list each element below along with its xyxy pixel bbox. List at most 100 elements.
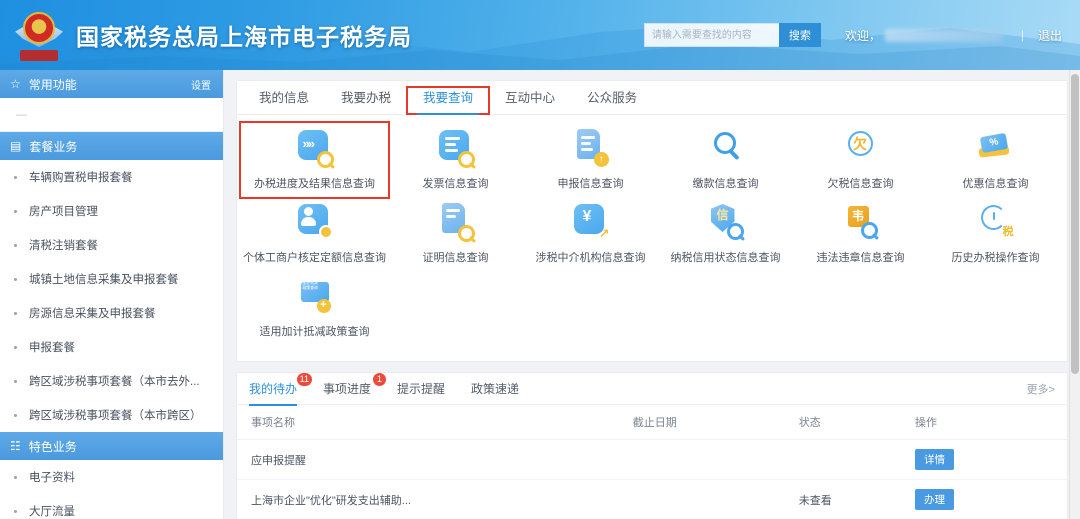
sidebar-item-label: 房源信息采集及申报套餐 <box>29 305 156 321</box>
sidebar-item-housing-info[interactable]: 房源信息采集及申报套餐 <box>0 296 223 330</box>
sidebar-section-title: 特色业务 <box>29 438 77 455</box>
row-date <box>619 440 785 480</box>
service-label: 违法违章信息查询 <box>817 249 905 265</box>
service-invoice-search[interactable]: 发票信息查询 <box>388 123 523 197</box>
sidebar-section-title: 常用功能 <box>29 76 77 93</box>
service-tax-agency[interactable]: ¥ ↗ 涉税中介机构信息查询 <box>523 197 658 271</box>
certificate-search-icon <box>436 202 476 242</box>
detail-button[interactable]: 详情 <box>915 449 954 470</box>
column-header-name: 事项名称 <box>237 405 619 440</box>
tab-my-info[interactable]: 我的信息 <box>243 87 325 114</box>
tab-my-todo[interactable]: 我的待办 11 <box>249 380 297 405</box>
service-individual-business[interactable]: 个体工商户核定定额信息查询 <box>241 197 388 271</box>
tab-reminders[interactable]: 提示提醒 <box>397 380 445 405</box>
sidebar-item-declaration[interactable]: 申报套餐 <box>0 330 223 364</box>
service-payment-search[interactable]: 缴款信息查询 <box>658 123 793 197</box>
sidebar-section-featured[interactable]: ☷ 特色业务 <box>0 432 223 460</box>
tab-tax-handling[interactable]: 我要办税 <box>325 87 407 114</box>
sidebar-item-label: 电子资料 <box>29 469 75 485</box>
service-label: 适用加计抵减政策查询 <box>260 323 370 339</box>
sidebar-item-label: 大厅流量 <box>29 503 75 519</box>
sidebar-item-edocs[interactable]: 电子资料 <box>0 460 223 494</box>
sidebar-item-urban-land[interactable]: 城镇土地信息采集及申报套餐 <box>0 262 223 296</box>
sidebar-item-label: 房产项目管理 <box>29 203 98 219</box>
sidebar-item-crossregion-inner[interactable]: 跨区域涉税事项套餐（本市跨区） <box>0 398 223 432</box>
bullet-icon <box>14 312 17 315</box>
sidebar-settings-link[interactable]: 设置 <box>191 77 211 92</box>
service-label: 证明信息查询 <box>423 249 489 265</box>
service-icon-grid: »» 办税进度及结果信息查询 发票信息查询 <box>237 115 1067 355</box>
sidebar-item-label: 城镇土地信息采集及申报套餐 <box>29 271 179 287</box>
service-label: 纳税信用状态信息查询 <box>671 249 781 265</box>
tab-interaction-center[interactable]: 互动中心 <box>489 87 571 114</box>
tab-public-service[interactable]: 公众服务 <box>571 87 653 114</box>
column-header-status: 状态 <box>785 405 901 440</box>
tab-policy-express[interactable]: 政策速递 <box>471 380 519 405</box>
row-action-cell: 办理 <box>901 480 1067 519</box>
service-label: 申报信息查询 <box>558 175 624 191</box>
row-name: 应申报提醒 <box>237 440 619 480</box>
bullet-icon <box>14 380 17 383</box>
header-search: 搜索 <box>644 23 821 47</box>
page-title: 国家税务总局上海市电子税务局 <box>76 18 412 52</box>
column-header-action: 操作 <box>901 405 1067 440</box>
table-row[interactable]: 应申报提醒 详情 <box>237 440 1067 480</box>
service-certificate-search[interactable]: 证明信息查询 <box>388 197 523 271</box>
policy-deduction-icon: 加计抵减政策查询 + <box>295 276 335 316</box>
scrollbar-thumb[interactable] <box>1071 74 1079 374</box>
service-discount[interactable]: % 优惠信息查询 <box>928 123 1063 197</box>
sidebar-item-label: 跨区域涉税事项套餐（本市去外... <box>29 373 200 389</box>
sidebar-item-label: 清税注销套餐 <box>29 237 98 253</box>
layers-icon: ▤ <box>10 140 21 152</box>
service-history[interactable]: 税 历史办税操作查询 <box>928 197 1063 271</box>
invoice-search-icon <box>436 128 476 168</box>
sidebar-section-packages[interactable]: ▤ 套餐业务 <box>0 132 223 160</box>
overdue-tax-icon: 欠 <box>841 128 881 168</box>
tab-query[interactable]: 我要查询 <box>407 87 489 114</box>
sidebar-item-crossregion-out[interactable]: 跨区域涉税事项套餐（本市去外... <box>0 364 223 398</box>
service-label: 涉税中介机构信息查询 <box>536 249 646 265</box>
sidebar-item-label: 车辆购置税申报套餐 <box>29 169 133 185</box>
violation-icon: 韦 <box>841 202 881 242</box>
bullet-icon <box>14 414 17 417</box>
username-redacted <box>885 29 1003 42</box>
body-wrapper: ☆ 常用功能 设置 — ▤ 套餐业务 车辆购置税申报套餐 房产项目管理 清税注销… <box>0 70 1080 519</box>
tax-bureau-emblem <box>14 9 64 61</box>
service-label: 办税进度及结果信息查询 <box>254 175 375 191</box>
credit-shield-icon: 信 <box>706 202 746 242</box>
service-policy-deduction[interactable]: 加计抵减政策查询 + 适用加计抵减政策查询 <box>241 271 388 345</box>
service-declaration-search[interactable]: ↑ 申报信息查询 <box>523 123 658 197</box>
sidebar-item-vehicle-tax[interactable]: 车辆购置税申报套餐 <box>0 160 223 194</box>
search-input[interactable] <box>644 23 779 47</box>
row-status: 未查看 <box>785 480 901 519</box>
progress-search-icon: »» <box>295 128 335 168</box>
main-tabs: 我的信息 我要办税 我要查询 互动中心 公众服务 <box>237 81 1067 115</box>
progress-badge: 1 <box>373 373 386 386</box>
service-credit-status[interactable]: 信 纳税信用状态信息查询 <box>658 197 793 271</box>
table-header-row: 事项名称 截止日期 状态 操作 <box>237 405 1067 440</box>
column-header-date: 截止日期 <box>619 405 785 440</box>
sidebar-item-tax-clearance[interactable]: 清税注销套餐 <box>0 228 223 262</box>
tax-agency-icon: ¥ ↗ <box>571 202 611 242</box>
sidebar-item-property-project[interactable]: 房产项目管理 <box>0 194 223 228</box>
search-button[interactable]: 搜索 <box>779 23 821 47</box>
sidebar-item-label: 申报套餐 <box>29 339 75 355</box>
tab-label: 提示提醒 <box>397 382 445 396</box>
table-row[interactable]: 上海市企业"优化"研发支出辅助... 未查看 办理 <box>237 480 1067 519</box>
more-link[interactable]: 更多> <box>1027 381 1055 397</box>
bullet-icon <box>14 510 17 513</box>
bullet-icon <box>14 278 17 281</box>
page-scrollbar[interactable] <box>1069 70 1080 519</box>
sidebar-section-title: 套餐业务 <box>29 138 77 155</box>
handle-button[interactable]: 办理 <box>915 489 954 510</box>
logout-button[interactable]: 退出 <box>1038 27 1062 44</box>
sidebar-item-hall-traffic[interactable]: 大厅流量 <box>0 494 223 519</box>
service-label: 优惠信息查询 <box>963 175 1029 191</box>
history-clock-icon: 税 <box>976 202 1016 242</box>
service-overdue-tax[interactable]: 欠 欠税信息查询 <box>793 123 928 197</box>
tab-label: 我的待办 <box>249 382 297 396</box>
sidebar-section-common[interactable]: ☆ 常用功能 设置 <box>0 70 223 98</box>
service-violation[interactable]: 韦 违法违章信息查询 <box>793 197 928 271</box>
tab-item-progress[interactable]: 事项进度 1 <box>323 380 371 405</box>
service-progress-search[interactable]: »» 办税进度及结果信息查询 <box>241 123 388 197</box>
